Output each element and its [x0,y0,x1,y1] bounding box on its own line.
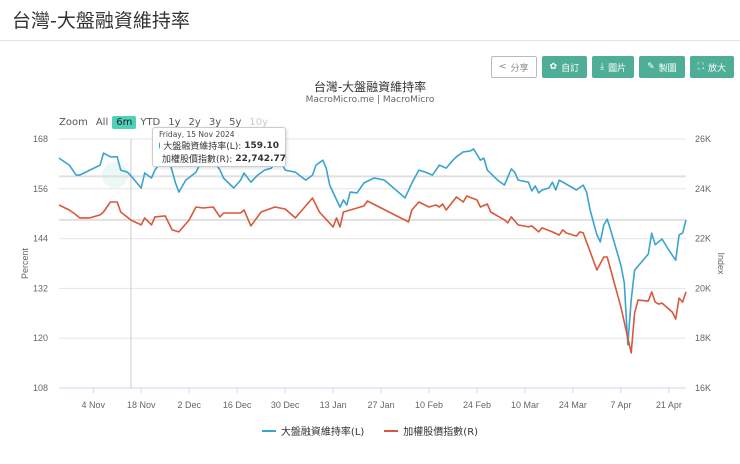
y-right-tick-label: 18K [695,333,711,343]
series-line-margin-ratio [58,148,687,346]
x-tick-label: 4 Nov [82,400,106,410]
y-right-axis-title: Index [716,252,726,275]
y-right-tick-label: 20K [695,283,711,293]
x-tick-label: 24 Feb [463,400,491,410]
x-tick-label: 24 Mar [559,400,587,410]
series-dot-icon [159,142,161,149]
x-tick-label: 18 Nov [127,400,156,410]
x-tick-label: 30 Dec [271,400,300,410]
x-tick-label: 10 Feb [415,400,443,410]
legend-line-icon [384,429,399,432]
y-left-tick-label: 144 [33,234,48,244]
y-right-tick-label: 26K [695,134,711,144]
legend-item-taiex[interactable]: 加權股價指數(R) [384,423,478,438]
tooltip-row-margin: 大盤融資維持率(L): 159.10 [159,139,279,152]
chart-plot[interactable]: 108 120 132 144 156 168 16K 18K 20K 22K 24K 26K Perc… [0,0,740,464]
y-left-tick-label: 120 [33,333,48,343]
x-tick-label: 21 Apr [656,400,682,410]
y-right-tick-label: 22K [695,234,711,244]
y-left-tick-label: 156 [33,184,48,194]
y-right-tick-label: 16K [695,383,711,393]
x-tick-label: 13 Jan [320,400,347,410]
legend-line-icon [261,429,276,432]
y-left-tick-label: 132 [33,283,48,293]
x-tick-label: 10 Mar [511,400,539,410]
x-tick-label: 7 Apr [610,400,631,410]
legend-item-margin-ratio[interactable]: 大盤融資維持率(L) [261,423,364,438]
y-right-tick-label: 24K [695,184,711,194]
watermark-logo [102,162,128,188]
chart-legend: 大盤融資維持率(L) 加權股價指數(R) [0,423,740,438]
x-tick-label: 2 Dec [177,400,201,410]
tooltip-row-index: 加權股價指數(R): 22,742.77 [162,153,286,166]
x-tick-label: 16 Dec [223,400,252,410]
y-left-tick-label: 108 [33,383,48,393]
y-left-tick-label: 168 [33,134,48,144]
chart-tooltip: Friday, 15 Nov 2024 大盤融資維持率(L): 159.10 加權… [152,127,286,167]
tooltip-date: Friday, 15 Nov 2024 [159,130,235,139]
y-left-axis-title: Percent [20,247,30,279]
x-tick-label: 27 Jan [368,400,395,410]
